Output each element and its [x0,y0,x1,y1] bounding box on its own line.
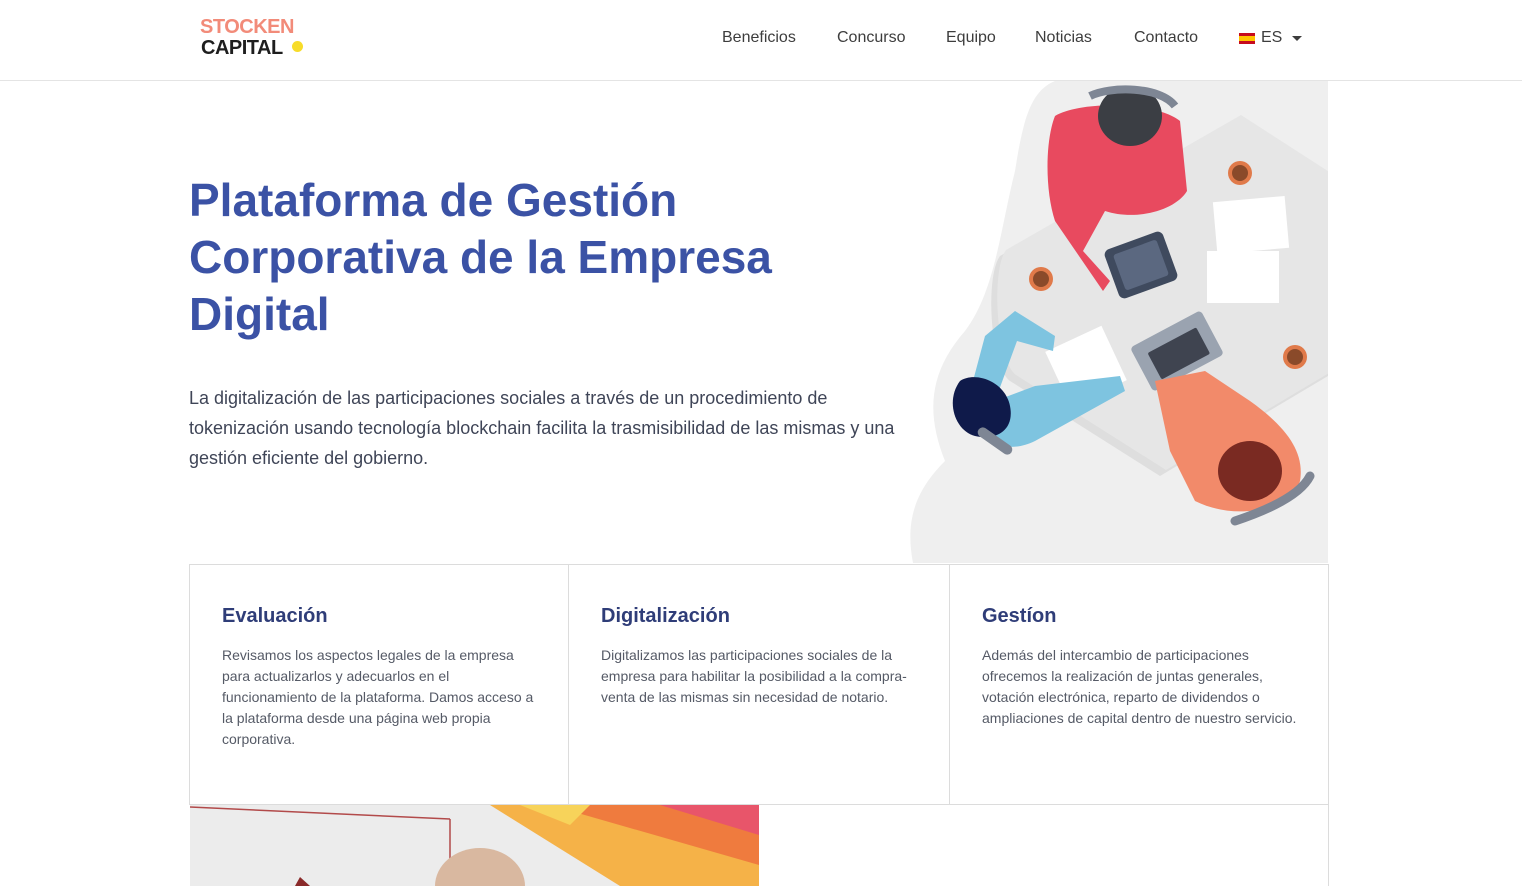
logo-wordmark-bottom: CAPITAL [201,37,283,59]
team-photo [190,805,759,886]
team-meeting-illustration [910,81,1328,563]
hero-title: Plataforma de Gestión Corporativa de la … [189,174,772,340]
spain-flag-icon [1239,32,1255,44]
logo-wordmark-top: STOCKEN [200,16,294,38]
nav-link-contacto[interactable]: Contacto [1134,27,1198,49]
feature-text: Además del intercambio de participacione… [982,647,1297,726]
features-section: Evaluación Revisamos los aspectos legale… [189,564,1329,805]
feature-card-digitalizacion: Digitalización Digitalizamos las partici… [569,565,950,804]
feature-title: Digitalización [601,605,730,627]
feature-title: Evaluación [222,605,328,627]
logo-dot-icon [292,41,303,52]
nav-link-beneficios[interactable]: Beneficios [722,27,796,49]
feature-text: Revisamos los aspectos legales de la emp… [222,647,534,747]
section-divider [1328,805,1329,886]
nav-link-noticias[interactable]: Noticias [1035,27,1092,49]
feature-card-evaluacion: Evaluación Revisamos los aspectos legale… [190,565,569,804]
nav-link-concurso[interactable]: Concurso [837,27,905,49]
language-label: ES [1261,29,1283,46]
stocken-capital-logo[interactable]: STOCKEN CAPITAL [200,17,310,61]
site-header: STOCKEN CAPITAL Beneficios Concurso Equi… [0,0,1522,81]
nav-link-equipo[interactable]: Equipo [946,27,996,49]
feature-text: Digitalizamos las participaciones social… [601,647,907,705]
feature-title: Gestíon [982,605,1057,627]
feature-card-gestion: Gestíon Además del intercambio de partic… [950,565,1328,804]
hero-description: La digitalización de las participaciones… [189,388,895,468]
chevron-down-icon [1292,35,1303,41]
language-selector[interactable]: ES [1239,27,1303,49]
